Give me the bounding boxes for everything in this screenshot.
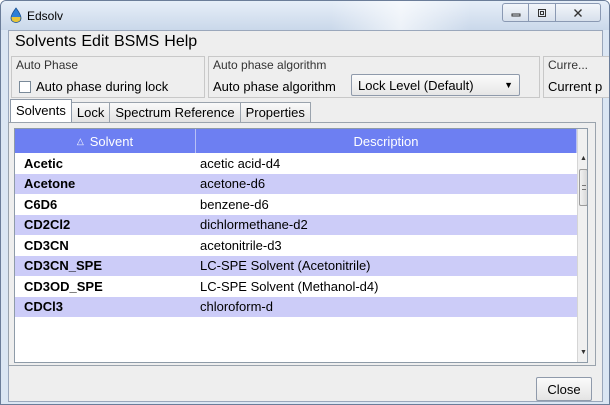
- maximize-icon: [538, 8, 546, 17]
- solvent-cell: Acetic: [24, 155, 64, 171]
- scroll-up-icon[interactable]: ▲: [578, 155, 587, 168]
- title-bar[interactable]: Edsolv: [1, 1, 609, 30]
- solvent-cell: CDCl3: [24, 299, 64, 315]
- table-body: Acetic acetic acid-d4 Acetone acetone-d6…: [15, 153, 577, 317]
- current-group-title: Curre...: [548, 58, 589, 72]
- window-controls: [502, 3, 601, 22]
- tab-properties[interactable]: Properties: [239, 102, 311, 122]
- minimize-icon: [511, 13, 520, 16]
- solvent-cell: Acetone: [24, 176, 76, 192]
- sort-ascending-icon: △: [76, 135, 84, 146]
- algorithm-label: Auto phase algorithm: [213, 79, 336, 94]
- algorithm-group-title: Auto phase algorithm: [213, 58, 327, 72]
- table-row[interactable]: CD2Cl2 dichlormethane-d2: [15, 214, 577, 235]
- current-label: Current p: [548, 79, 603, 94]
- table-row[interactable]: C6D6 benzene-d6: [15, 194, 577, 215]
- minimize-button[interactable]: [502, 3, 529, 22]
- auto-phase-checkbox[interactable]: [19, 80, 31, 93]
- description-cell: dichlormethane-d2: [200, 217, 308, 233]
- auto-phase-group-title: Auto Phase: [16, 58, 79, 72]
- auto-phase-checkbox-row[interactable]: Auto phase during lock: [19, 79, 168, 94]
- column-header-description-label: Description: [353, 133, 419, 149]
- solvent-cell: CD2Cl2: [24, 217, 71, 233]
- description-cell: LC-SPE Solvent (Methanol-d4): [200, 278, 379, 294]
- tab-strip: Solvents Lock Spectrum Reference Propert…: [10, 99, 311, 122]
- column-header-description[interactable]: Description: [196, 129, 577, 153]
- vertical-scrollbar[interactable]: ▲ ▼: [577, 129, 587, 362]
- solvent-cell: CD3CN_SPE: [24, 258, 103, 274]
- table-row[interactable]: Acetone acetone-d6: [15, 173, 577, 194]
- description-cell: acetonitrile-d3: [200, 237, 282, 253]
- table-row[interactable]: CD3OD_SPE LC-SPE Solvent (Methanol-d4): [15, 276, 577, 297]
- close-icon: [574, 8, 582, 17]
- chevron-down-icon: ▼: [504, 80, 513, 90]
- tab-solvents[interactable]: Solvents: [10, 99, 72, 122]
- window-title: Edsolv: [27, 9, 64, 23]
- solvent-cell: CD3OD_SPE: [24, 278, 103, 294]
- scrollbar-thumb[interactable]: [579, 169, 587, 206]
- solvent-table: △ Solvent Description Acetic acetic acid…: [14, 128, 588, 363]
- settings-panel: Auto Phase Auto phase during lock Auto p…: [9, 56, 609, 98]
- menu-solvents[interactable]: Solvents: [9, 31, 76, 55]
- close-window-button[interactable]: [556, 3, 601, 22]
- app-icon: [10, 7, 22, 23]
- menu-bar: Solvents Edit BSMS Help: [9, 31, 602, 55]
- description-cell: LC-SPE Solvent (Acetonitrile): [200, 258, 371, 274]
- close-button[interactable]: Close: [536, 377, 592, 401]
- menu-bsms[interactable]: BSMS: [109, 31, 159, 55]
- maximize-button[interactable]: [529, 3, 556, 22]
- algorithm-group: Auto phase algorithm Auto phase algorith…: [208, 56, 540, 98]
- grip-icon: [582, 185, 586, 190]
- description-cell: benzene-d6: [200, 196, 269, 212]
- description-cell: chloroform-d: [200, 299, 273, 315]
- column-header-solvent[interactable]: △ Solvent: [15, 129, 196, 153]
- solvent-cell: CD3CN: [24, 237, 69, 253]
- title-glow: [331, 1, 471, 30]
- algorithm-selected-value: Lock Level (Default): [358, 78, 474, 93]
- edsolv-window: Edsolv Solvents Edit BSMS Help Auto Phas…: [0, 0, 610, 405]
- solvent-cell: C6D6: [24, 196, 58, 212]
- tab-lock[interactable]: Lock: [70, 102, 111, 122]
- table-row[interactable]: CD3CN_SPE LC-SPE Solvent (Acetonitrile): [15, 255, 577, 276]
- table-row[interactable]: CDCl3 chloroform-d: [15, 296, 577, 317]
- description-cell: acetone-d6: [200, 176, 266, 192]
- table-row[interactable]: Acetic acetic acid-d4: [15, 153, 577, 174]
- column-header-solvent-label: Solvent: [89, 133, 134, 149]
- menu-help[interactable]: Help: [159, 31, 197, 55]
- table-header: △ Solvent Description: [15, 129, 577, 153]
- description-cell: acetic acid-d4: [200, 155, 281, 171]
- scroll-down-icon[interactable]: ▼: [578, 349, 587, 362]
- menu-edit[interactable]: Edit: [76, 31, 109, 55]
- table-row[interactable]: CD3CN acetonitrile-d3: [15, 235, 577, 256]
- auto-phase-group: Auto Phase Auto phase during lock: [11, 56, 205, 98]
- auto-phase-checkbox-label: Auto phase during lock: [36, 79, 169, 94]
- current-group: Curre... Current p: [543, 56, 609, 98]
- tab-spectrum-reference[interactable]: Spectrum Reference: [109, 102, 241, 122]
- algorithm-select[interactable]: Lock Level (Default) ▼: [351, 74, 520, 96]
